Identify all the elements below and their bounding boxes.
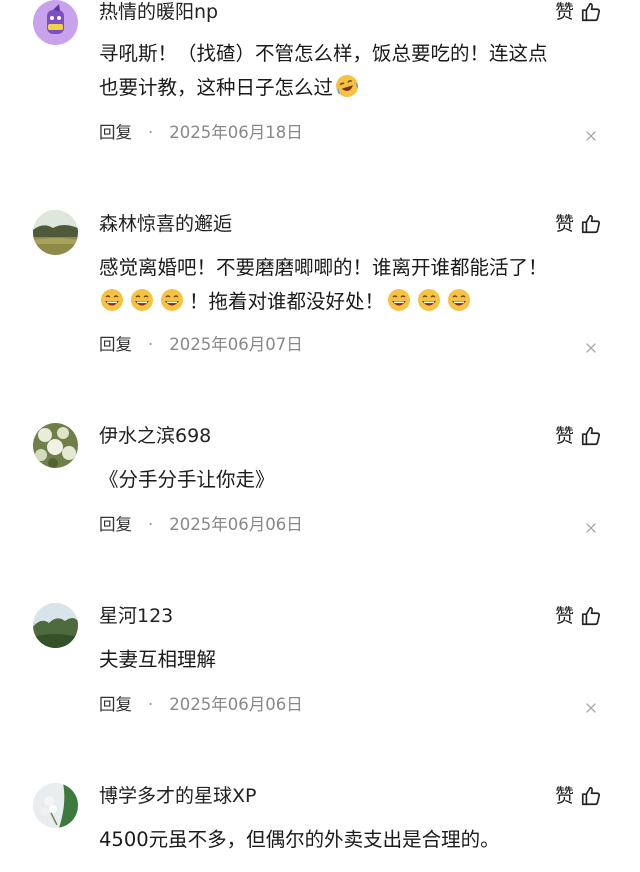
username[interactable]: 森林惊喜的邂逅 bbox=[99, 211, 232, 237]
comment-line: 也要计教，这种日子怎么过 bbox=[99, 71, 599, 105]
avatar[interactable] bbox=[33, 783, 78, 828]
like-label: 赞 bbox=[554, 785, 574, 807]
grin-emoji-icon bbox=[159, 287, 185, 313]
grin-emoji-icon bbox=[446, 287, 472, 313]
reply-button[interactable]: 回复 bbox=[99, 333, 132, 357]
comment-line-text: ！拖着对谁都没好处！ bbox=[189, 290, 385, 313]
comment-date: 2025年06月06日 bbox=[169, 695, 303, 714]
reply-button[interactable]: 回复 bbox=[99, 513, 132, 537]
meta-separator: · bbox=[148, 515, 154, 534]
username[interactable]: 伊水之滨698 bbox=[99, 423, 211, 449]
comment-line-text: 也要计教，这种日子怎么过 bbox=[99, 76, 334, 99]
username[interactable]: 星河123 bbox=[99, 603, 173, 629]
like-label: 赞 bbox=[554, 213, 574, 235]
avatar[interactable] bbox=[33, 210, 78, 255]
comment-line: 《分手分手让你走》 bbox=[99, 468, 275, 491]
close-icon[interactable] bbox=[584, 341, 598, 355]
avatar[interactable] bbox=[33, 423, 78, 468]
reply-button[interactable]: 回复 bbox=[99, 121, 132, 145]
thumbs-up-icon bbox=[580, 1, 602, 23]
comment-text: 4500元虽不多，但偶尔的外卖支出是合理的。 bbox=[99, 823, 599, 857]
meta-separator: · bbox=[148, 335, 154, 354]
like-button[interactable]: 赞 bbox=[555, 0, 602, 26]
like-button[interactable]: 赞 bbox=[555, 602, 602, 630]
like-label: 赞 bbox=[554, 425, 574, 447]
like-label: 赞 bbox=[554, 1, 574, 23]
avatar[interactable] bbox=[33, 603, 78, 648]
meta-separator: · bbox=[148, 695, 154, 714]
comment-list: 热情的暖阳np 赞 寻吼斯！（找碴）不管怎么样，饭总要吃的！连这点 也要计教，这… bbox=[0, 0, 640, 872]
comment-date: 2025年06月06日 bbox=[169, 515, 303, 534]
like-label: 赞 bbox=[554, 605, 574, 627]
thumbs-up-icon bbox=[580, 605, 602, 627]
grin-emoji-icon bbox=[416, 287, 442, 313]
comment-text: 感觉离婚吧！不要磨磨唧唧的！谁离开谁都能活了！ ！拖着对谁都没好处！ bbox=[99, 251, 599, 319]
grin-emoji-icon bbox=[99, 287, 125, 313]
username[interactable]: 热情的暖阳np bbox=[99, 0, 218, 25]
thumbs-up-icon bbox=[580, 425, 602, 447]
comment-line: 感觉离婚吧！不要磨磨唧唧的！谁离开谁都能活了！ bbox=[99, 256, 548, 279]
thumbs-up-icon bbox=[580, 213, 602, 235]
comment-line: ！拖着对谁都没好处！ bbox=[99, 285, 599, 319]
close-icon[interactable] bbox=[584, 129, 598, 143]
comment-date: 2025年06月18日 bbox=[169, 123, 303, 142]
comment-text: 寻吼斯！（找碴）不管怎么样，饭总要吃的！连这点 也要计教，这种日子怎么过 bbox=[99, 37, 599, 105]
comment-meta: 回复 · 2025年06月07日 bbox=[99, 333, 303, 357]
comment-line: 寻吼斯！（找碴）不管怎么样，饭总要吃的！连这点 bbox=[99, 42, 548, 65]
like-button[interactable]: 赞 bbox=[555, 422, 602, 450]
like-button[interactable]: 赞 bbox=[555, 210, 602, 238]
comment-text: 《分手分手让你走》 bbox=[99, 463, 599, 497]
meta-separator: · bbox=[148, 123, 154, 142]
comment-line: 夫妻互相理解 bbox=[99, 648, 217, 671]
comment-meta: 回复 · 2025年06月18日 bbox=[99, 121, 303, 145]
laugh-cry-emoji-icon bbox=[334, 73, 360, 99]
reply-button[interactable]: 回复 bbox=[99, 693, 132, 717]
thumbs-up-icon bbox=[580, 785, 602, 807]
grin-emoji-icon bbox=[129, 287, 155, 313]
comment-text: 夫妻互相理解 bbox=[99, 643, 599, 677]
comment-line: 4500元虽不多，但偶尔的外卖支出是合理的。 bbox=[99, 828, 500, 851]
close-icon[interactable] bbox=[584, 701, 598, 715]
avatar[interactable] bbox=[33, 0, 78, 45]
grin-emoji-icon bbox=[386, 287, 412, 313]
close-icon[interactable] bbox=[584, 521, 598, 535]
username[interactable]: 博学多才的星球XP bbox=[99, 783, 256, 809]
comment-date: 2025年06月07日 bbox=[169, 335, 303, 354]
like-button[interactable]: 赞 bbox=[555, 782, 602, 810]
comment-meta: 回复 · 2025年06月06日 bbox=[99, 513, 303, 537]
comment-meta: 回复 · 2025年06月06日 bbox=[99, 693, 303, 717]
